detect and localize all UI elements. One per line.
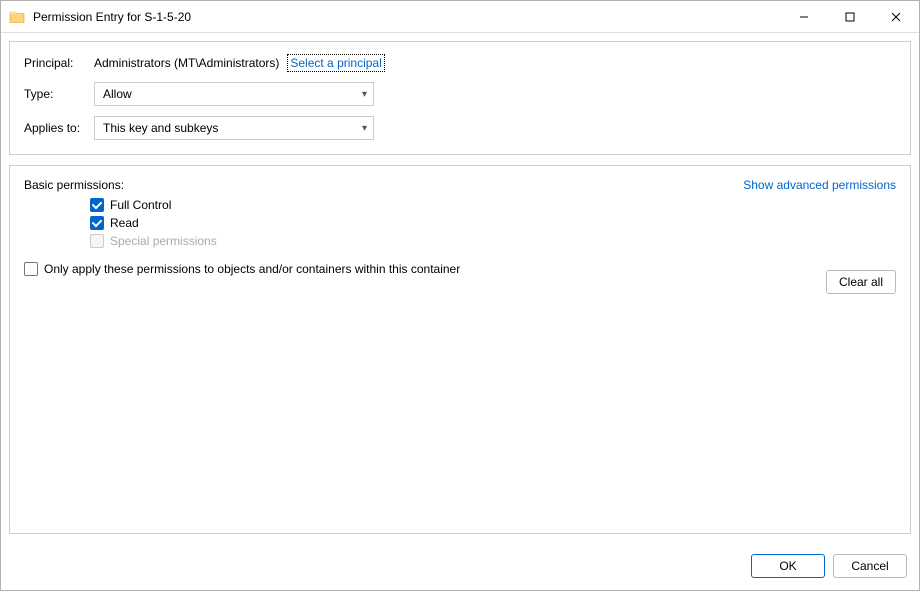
folder-icon bbox=[9, 9, 25, 25]
chevron-down-icon: ▾ bbox=[362, 89, 367, 100]
only-apply-label: Only apply these permissions to objects … bbox=[44, 262, 460, 276]
type-label: Type: bbox=[24, 87, 94, 101]
read-label: Read bbox=[110, 216, 139, 230]
type-row: Type: Allow ▾ bbox=[24, 82, 896, 106]
minimize-button[interactable] bbox=[781, 1, 827, 33]
type-combobox[interactable]: Allow ▾ bbox=[94, 82, 374, 106]
permissions-panel: Basic permissions: Show advanced permiss… bbox=[9, 165, 911, 534]
select-principal-link[interactable]: Select a principal bbox=[287, 54, 384, 72]
applies-row: Applies to: This key and subkeys ▾ bbox=[24, 116, 896, 140]
basic-permissions-label: Basic permissions: bbox=[24, 178, 124, 192]
close-button[interactable] bbox=[873, 1, 919, 33]
only-apply-checkbox[interactable] bbox=[24, 262, 38, 276]
applies-combobox[interactable]: This key and subkeys ▾ bbox=[94, 116, 374, 140]
principal-panel: Principal: Administrators (MT\Administra… bbox=[9, 41, 911, 155]
content-area: Principal: Administrators (MT\Administra… bbox=[1, 33, 919, 544]
chevron-down-icon: ▾ bbox=[362, 123, 367, 134]
footer: OK Cancel bbox=[1, 544, 919, 590]
applies-label: Applies to: bbox=[24, 121, 94, 135]
full-control-checkbox[interactable] bbox=[90, 198, 104, 212]
show-advanced-link[interactable]: Show advanced permissions bbox=[743, 178, 896, 192]
window-title: Permission Entry for S-1-5-20 bbox=[33, 10, 781, 24]
titlebar: Permission Entry for S-1-5-20 bbox=[1, 1, 919, 33]
applies-combobox-value: This key and subkeys bbox=[103, 121, 218, 135]
clear-all-button[interactable]: Clear all bbox=[826, 270, 896, 294]
permissions-header-row: Basic permissions: Show advanced permiss… bbox=[24, 178, 896, 192]
window-controls bbox=[781, 1, 919, 33]
principal-row: Principal: Administrators (MT\Administra… bbox=[24, 54, 896, 72]
special-permissions-checkbox bbox=[90, 234, 104, 248]
special-permissions-label: Special permissions bbox=[110, 234, 217, 248]
only-apply-row: Only apply these permissions to objects … bbox=[24, 262, 896, 276]
permission-entry-window: Permission Entry for S-1-5-20 Principal:… bbox=[0, 0, 920, 591]
full-control-label: Full Control bbox=[110, 198, 171, 212]
special-permissions-row: Special permissions bbox=[90, 234, 896, 248]
full-control-row: Full Control bbox=[90, 198, 896, 212]
cancel-button[interactable]: Cancel bbox=[833, 554, 907, 578]
principal-value: Administrators (MT\Administrators) bbox=[94, 56, 279, 70]
principal-label: Principal: bbox=[24, 56, 94, 70]
ok-button[interactable]: OK bbox=[751, 554, 825, 578]
maximize-button[interactable] bbox=[827, 1, 873, 33]
read-checkbox[interactable] bbox=[90, 216, 104, 230]
read-row: Read bbox=[90, 216, 896, 230]
type-combobox-value: Allow bbox=[103, 87, 132, 101]
